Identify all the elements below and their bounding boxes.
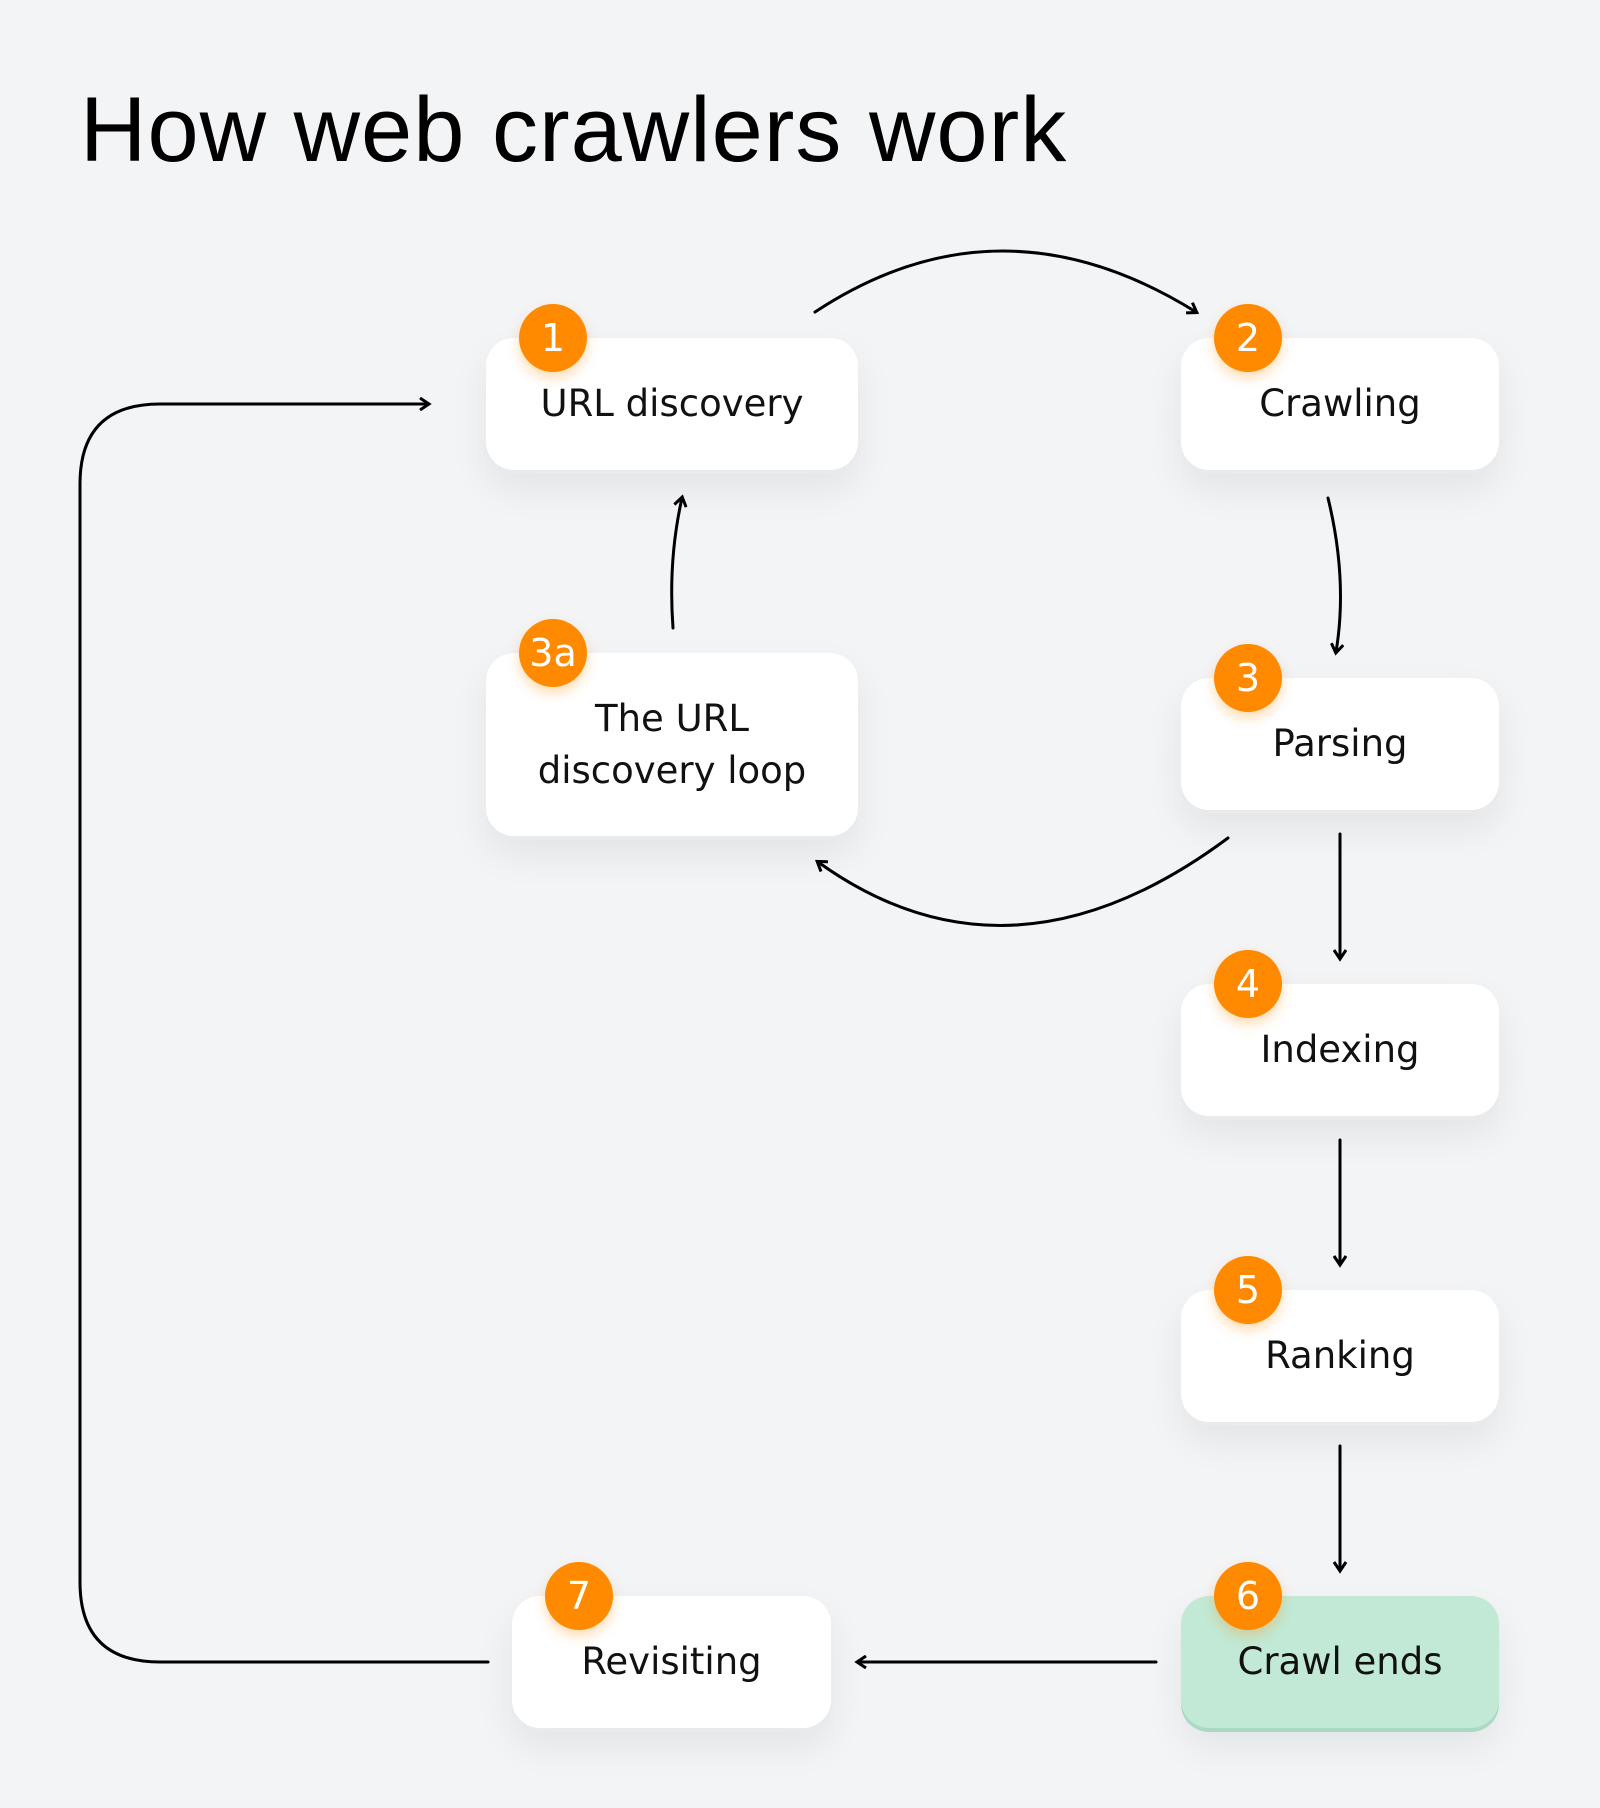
arrow-3a-to-1 bbox=[670, 498, 682, 630]
step-number-badge: 4 bbox=[1214, 950, 1282, 1018]
step-number-badge: 6 bbox=[1214, 1562, 1282, 1630]
arrow-1-to-2 bbox=[813, 249, 1196, 312]
connector-layer bbox=[78, 249, 1600, 1808]
step-number-badge: 3 bbox=[1214, 644, 1282, 712]
step-label: Indexing bbox=[1260, 1028, 1420, 1072]
step-number-badge: 1 bbox=[519, 304, 587, 372]
step-label: Ranking bbox=[1265, 1334, 1415, 1378]
step-label: Revisiting bbox=[581, 1640, 762, 1684]
step-number-badge: 2 bbox=[1214, 304, 1282, 372]
step-label: Crawling bbox=[1259, 382, 1421, 426]
step-label: Crawl ends bbox=[1237, 1640, 1443, 1684]
step-number-badge: 3a bbox=[519, 619, 587, 687]
step-label: URL discovery bbox=[540, 382, 804, 426]
step-number-badge: 5 bbox=[1214, 1256, 1282, 1324]
arrow-7-to-1 bbox=[78, 404, 490, 1664]
step-label: The URL discovery loop bbox=[537, 696, 807, 792]
arrow-2-to-3 bbox=[1326, 496, 1341, 652]
step-label: Parsing bbox=[1272, 722, 1408, 766]
arrow-3-to-3a bbox=[818, 836, 1230, 927]
step-number-badge: 7 bbox=[545, 1562, 613, 1630]
